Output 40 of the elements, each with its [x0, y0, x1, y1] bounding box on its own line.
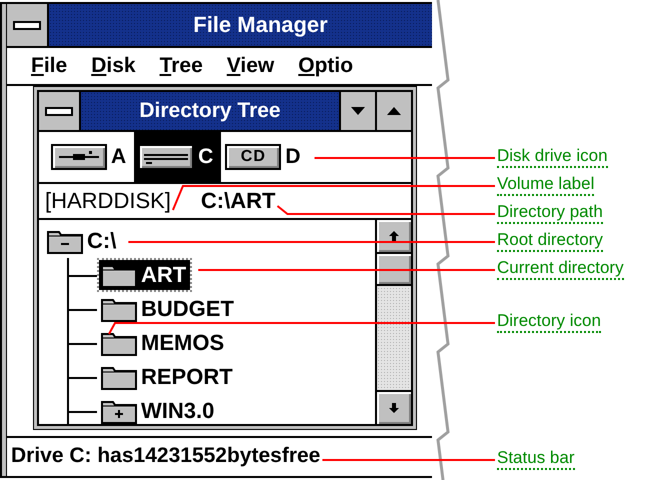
maximize-button[interactable]: [375, 92, 411, 130]
scroll-down-button[interactable]: [377, 390, 411, 424]
scrollbar[interactable]: [375, 220, 411, 424]
minimize-button[interactable]: [339, 92, 375, 130]
directory-path: C:\ART: [200, 188, 276, 214]
directory-item[interactable]: BUDGET: [99, 294, 238, 324]
drive-button[interactable]: C: [134, 132, 222, 182]
drive-button[interactable]: A: [47, 132, 134, 182]
window-title: Directory Tree: [139, 99, 281, 123]
directory-item[interactable]: WIN3.0: [99, 396, 218, 424]
hard-drive-icon: [138, 144, 194, 170]
system-menu-button[interactable]: [7, 4, 49, 46]
callout-label: Volume label: [497, 174, 594, 196]
callout-label: Status bar: [497, 448, 574, 470]
minimize-icon: [351, 107, 365, 115]
menu-item[interactable]: View: [226, 54, 274, 78]
down-arrow-icon: [389, 403, 399, 413]
window-title: File Manager: [192, 12, 328, 38]
cd-drive-icon: CD: [225, 144, 282, 170]
directory-item[interactable]: C:\: [45, 226, 120, 256]
drive-button[interactable]: CD D: [221, 132, 309, 182]
callout-label: Current directory: [497, 258, 624, 280]
scroll-thumb[interactable]: [377, 254, 411, 286]
maximize-icon: [387, 107, 401, 115]
system-menu-button[interactable]: [39, 92, 81, 130]
directory-item[interactable]: ART: [99, 260, 190, 290]
scroll-up-button[interactable]: [377, 220, 411, 254]
directory-item[interactable]: MEMOS: [99, 328, 228, 358]
callout-label: Disk drive icon: [497, 146, 608, 168]
volume-label: [HARDDISK]: [45, 188, 171, 214]
up-arrow-icon: [389, 231, 399, 241]
directory-item[interactable]: REPORT: [99, 362, 237, 392]
menu-item[interactable]: File: [31, 54, 68, 78]
callout-label: Directory icon: [497, 311, 601, 333]
menu-item[interactable]: Disk: [91, 54, 136, 78]
callout-label: Directory path: [497, 202, 603, 224]
menu-item[interactable]: Optio: [298, 54, 354, 78]
callout-label: Root directory: [497, 230, 603, 252]
menu-item[interactable]: Tree: [160, 54, 203, 78]
floppy-drive-icon: [51, 144, 107, 170]
